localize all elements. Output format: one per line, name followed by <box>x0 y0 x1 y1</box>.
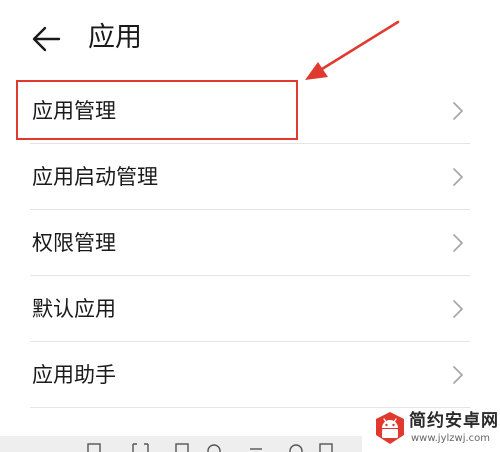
chevron-right-icon <box>453 234 463 252</box>
android-robot-logo <box>376 412 404 444</box>
app-header: 应用 <box>0 0 500 78</box>
list-item-app-assistant[interactable]: 应用助手 <box>0 342 500 408</box>
annotation-highlight-box <box>16 80 298 140</box>
list-item-label: 应用启动管理 <box>32 165 158 189</box>
list-item-app-launch-management[interactable]: 应用启动管理 <box>0 144 500 210</box>
chevron-right-icon <box>453 366 463 384</box>
chevron-right-icon <box>453 300 463 318</box>
watermark-url: www.jylzwj.com <box>411 433 491 444</box>
page-title: 应用 <box>88 22 142 53</box>
list-item-default-apps[interactable]: 默认应用 <box>0 276 500 342</box>
bottom-toolbar <box>0 436 362 452</box>
list-item-label: 应用助手 <box>32 363 116 387</box>
list-item-label: 默认应用 <box>32 297 116 321</box>
chevron-right-icon <box>453 168 463 186</box>
watermark: 简约安卓网 www.jylzwj.com <box>362 404 500 452</box>
chevron-right-icon <box>453 102 463 120</box>
back-button[interactable] <box>30 22 64 56</box>
toolbar-icons <box>87 443 333 452</box>
watermark-title: 简约安卓网 <box>409 411 499 431</box>
list-item-label: 权限管理 <box>32 231 116 255</box>
list-item-permission-management[interactable]: 权限管理 <box>0 210 500 276</box>
arrow-left-icon <box>32 26 61 52</box>
